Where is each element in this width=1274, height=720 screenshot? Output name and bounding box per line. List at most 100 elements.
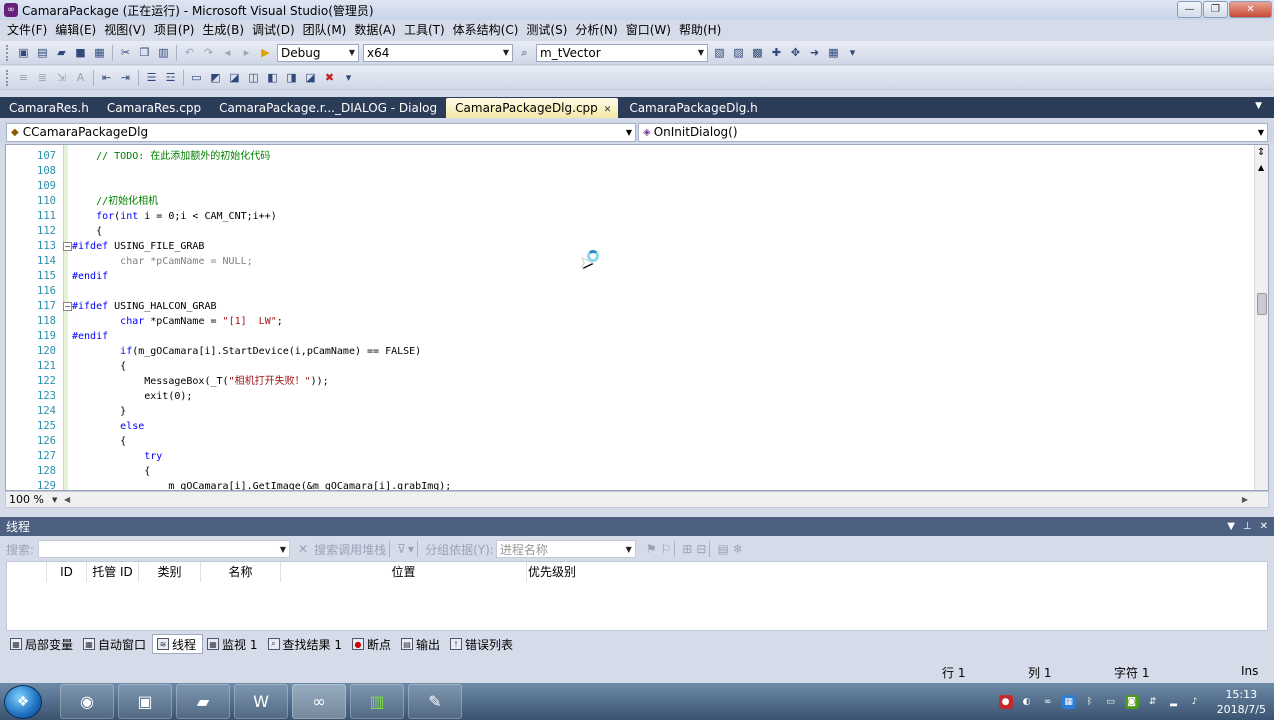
taskbar-explorer-icon[interactable]: ▰: [176, 684, 230, 719]
tab-locals[interactable]: ▦ 局部变量: [6, 634, 79, 654]
tab-threads[interactable]: ≋ 线程: [152, 634, 204, 654]
code-line[interactable]: 127 try: [6, 449, 1254, 464]
column-header-priority[interactable]: 优先级别: [527, 562, 577, 582]
redo-icon[interactable]: ↷: [200, 44, 217, 61]
flag-icon[interactable]: ⚑: [646, 542, 657, 556]
code-text[interactable]: m_gOCamara[i].GetImage(&m_gOCamara[i].gr…: [72, 479, 451, 490]
tab-error-list[interactable]: ! 错误列表: [446, 634, 519, 654]
command-window-icon[interactable]: ▦: [825, 44, 842, 61]
start-debugging-icon[interactable]: ▶: [257, 44, 274, 61]
close-button[interactable]: ✕: [1229, 1, 1272, 18]
decrease-indent-icon[interactable]: ⇤: [98, 69, 115, 86]
scroll-right-icon[interactable]: ▶: [1242, 495, 1248, 504]
next-bookmark-doc-icon[interactable]: ◪: [302, 69, 319, 86]
code-text[interactable]: {: [72, 464, 150, 479]
menu-analyze[interactable]: 分析(N): [571, 20, 621, 41]
code-text[interactable]: exit(0);: [72, 389, 192, 404]
uncomment-icon[interactable]: ☲: [162, 69, 179, 86]
save-all-icon[interactable]: ▦: [91, 44, 108, 61]
menu-file[interactable]: 文件(F): [3, 20, 51, 41]
tab-camarapackagedlg-h[interactable]: CamaraPackageDlg.h: [620, 98, 764, 118]
tab-camarares-h[interactable]: CamaraRes.h: [0, 98, 96, 118]
menu-window[interactable]: 窗口(W): [622, 20, 675, 41]
quick-info-icon[interactable]: ⇲: [53, 69, 70, 86]
code-line[interactable]: 126 {: [6, 434, 1254, 449]
code-text[interactable]: try: [72, 449, 162, 464]
unflag-icon[interactable]: ⚐: [661, 542, 672, 556]
taskbar-word-icon[interactable]: W: [234, 684, 288, 719]
code-line[interactable]: 113 #ifdef USING_FILE_GRAB: [6, 239, 1254, 254]
split-handle-icon[interactable]: ⇕: [1257, 147, 1265, 158]
network-icon[interactable]: ▂: [1167, 695, 1181, 709]
code-text[interactable]: for(int i = 0;i < CAM_CNT;i++): [72, 209, 277, 224]
object-browser-icon[interactable]: ▩: [749, 44, 766, 61]
columns-icon[interactable]: ▤: [717, 542, 728, 556]
tab-output[interactable]: ▤ 输出: [397, 634, 446, 654]
column-header-flag[interactable]: [7, 562, 47, 582]
start-button[interactable]: ❖: [4, 684, 42, 719]
menu-edit[interactable]: 编辑(E): [51, 20, 100, 41]
menu-view[interactable]: 视图(V): [100, 20, 150, 41]
taskbar-app-icon[interactable]: ▥: [350, 684, 404, 719]
start-page-icon[interactable]: ➜: [806, 44, 823, 61]
solution-config-combo[interactable]: Debug ▼: [277, 43, 359, 62]
code-line[interactable]: 117 #ifdef USING_HALCON_GRAB: [6, 299, 1254, 314]
column-header-id[interactable]: ID: [47, 562, 87, 582]
previous-bookmark-folder-icon[interactable]: ◫: [245, 69, 262, 86]
previous-bookmark-icon[interactable]: ◩: [207, 69, 224, 86]
code-line[interactable]: 123 exit(0);: [6, 389, 1254, 404]
tab-dialog-resource[interactable]: CamaraPackage.r..._DIALOG - Dialog: [210, 98, 444, 118]
minimize-button[interactable]: —: [1177, 1, 1202, 18]
code-line[interactable]: 115 #endif: [6, 269, 1254, 284]
solution-explorer-icon[interactable]: ▧: [711, 44, 728, 61]
code-line[interactable]: 128 {: [6, 464, 1254, 479]
collapse-region-icon[interactable]: −: [63, 242, 72, 251]
code-text[interactable]: {: [72, 224, 102, 239]
increase-indent-icon[interactable]: ⇥: [117, 69, 134, 86]
chevron-down-icon[interactable]: ▼: [52, 496, 57, 504]
threads-grid[interactable]: ID 托管 ID 类别 名称 位置 优先级别: [6, 561, 1268, 631]
column-header-category[interactable]: 类别: [139, 562, 201, 582]
code-line[interactable]: 114 char *pCamName = NULL;: [6, 254, 1254, 269]
scroll-up-icon[interactable]: ▲: [1258, 163, 1264, 172]
bluetooth-icon[interactable]: ᛒ: [1083, 695, 1097, 709]
code-line[interactable]: 109: [6, 179, 1254, 194]
taskbar-visual-studio-icon[interactable]: ∞: [292, 684, 346, 719]
code-line[interactable]: 121 {: [6, 359, 1254, 374]
comment-out-icon[interactable]: ☰: [143, 69, 160, 86]
code-line[interactable]: 120 if(m_gOCamara[i].StartDevice(i,pCamN…: [6, 344, 1254, 359]
member-combo[interactable]: ◈ OnInitDialog() ▼: [638, 122, 1268, 142]
code-text[interactable]: MessageBox(_T("相机打开失败！"));: [72, 374, 328, 389]
menu-debug[interactable]: 调试(D): [248, 20, 299, 41]
code-line[interactable]: 110 //初始化相机: [6, 194, 1254, 209]
properties-icon[interactable]: ▨: [730, 44, 747, 61]
close-panel-icon[interactable]: ✕: [1260, 521, 1268, 532]
restore-button[interactable]: ❐: [1203, 1, 1228, 18]
tray-app-icon[interactable]: ◐: [1020, 695, 1034, 709]
save-icon[interactable]: ■: [72, 44, 89, 61]
menu-architecture[interactable]: 体系结构(C): [449, 20, 523, 41]
scrollbar-thumb[interactable]: [1257, 293, 1267, 315]
clock[interactable]: 15:13 2018/7/5: [1217, 687, 1266, 717]
find-in-files-icon[interactable]: ⌕: [516, 44, 533, 61]
tab-breakpoints[interactable]: ● 断点: [348, 634, 397, 654]
code-line[interactable]: 122 MessageBox(_T("相机打开失败！"));: [6, 374, 1254, 389]
code-line[interactable]: 118 char *pCamName = "[1] LW";: [6, 314, 1254, 329]
cut-icon[interactable]: ✂: [117, 44, 134, 61]
collapse-groups-icon[interactable]: ⊟: [696, 542, 706, 556]
code-line[interactable]: 111 for(int i = 0;i < CAM_CNT;i++): [6, 209, 1254, 224]
filter-icon[interactable]: ⊽: [397, 542, 406, 556]
add-item-icon[interactable]: ▤: [34, 44, 51, 61]
taskbar-browser-icon[interactable]: ◉: [60, 684, 114, 719]
parameter-info-icon[interactable]: ≣: [34, 69, 51, 86]
code-text[interactable]: {: [72, 434, 126, 449]
navigate-forward-icon[interactable]: ▸: [238, 44, 255, 61]
group-by-combo[interactable]: 进程名称 ▼: [495, 540, 636, 558]
solution-platform-combo[interactable]: x64 ▼: [363, 43, 513, 62]
tab-watch-1[interactable]: ▦ 监视 1: [203, 634, 263, 654]
scroll-left-icon[interactable]: ◀: [64, 495, 70, 504]
code-area[interactable]: 107 // TODO: 在此添加额外的初始化代码 108 109 110 //初始化…: [6, 145, 1254, 490]
code-text[interactable]: #endif: [72, 269, 108, 284]
menu-help[interactable]: 帮助(H): [675, 20, 725, 41]
chevron-down-icon[interactable]: ▼: [408, 545, 414, 554]
